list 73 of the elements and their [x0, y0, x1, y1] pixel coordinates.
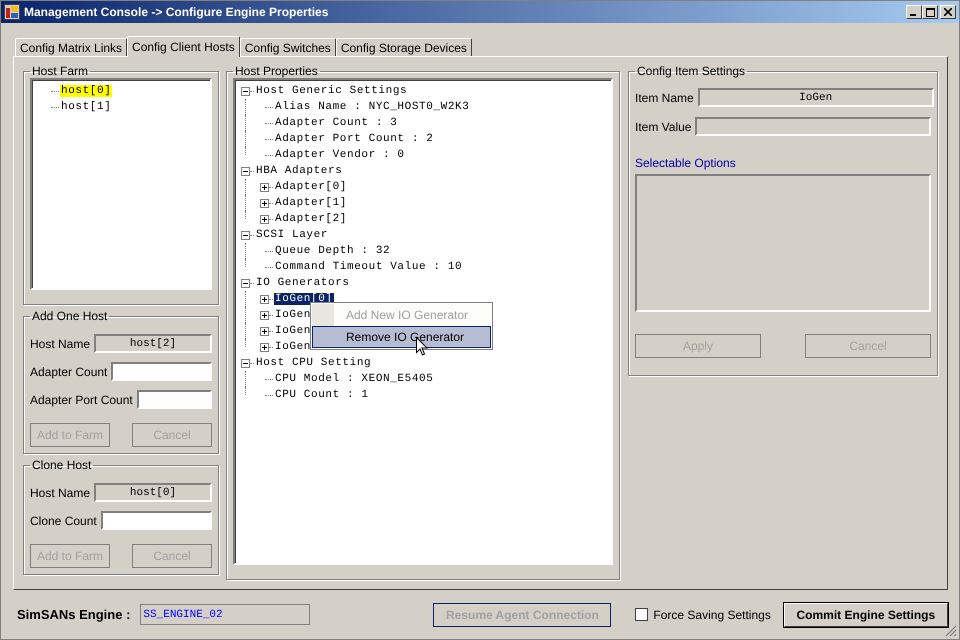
- tree-item[interactable]: IoGen: [274, 309, 312, 321]
- tree-item[interactable]: Adapter[2]: [274, 213, 348, 225]
- minimize-button[interactable]: [906, 5, 922, 19]
- options-list[interactable]: [635, 174, 931, 312]
- input-field[interactable]: host[0]: [94, 483, 212, 502]
- tree-item[interactable]: SCSI Layer: [255, 229, 330, 241]
- tree-item[interactable]: Adapter Port Count : 2: [274, 133, 434, 145]
- tree-item[interactable]: CPU Model : XEON_E5405: [274, 373, 434, 385]
- group-title: Host Farm: [31, 64, 90, 78]
- expander-icon[interactable]: [260, 182, 269, 192]
- tab[interactable]: Config Storage Devices: [336, 38, 472, 56]
- expander-icon[interactable]: [260, 326, 269, 336]
- field-label: Item Value: [635, 120, 692, 134]
- group-title: Config Item Settings: [636, 64, 746, 78]
- expander-icon[interactable]: [241, 230, 250, 240]
- close-icon: [944, 8, 952, 16]
- group-title: Add One Host: [31, 309, 108, 323]
- checkbox-label: Force Saving Settings: [653, 608, 771, 622]
- tab[interactable]: Config Switches: [240, 38, 336, 56]
- tree-item[interactable]: CPU Count : 1: [274, 389, 370, 401]
- field-label: Host Name: [30, 336, 90, 350]
- expander-icon[interactable]: [241, 358, 250, 368]
- tree-item[interactable]: IO Generators: [255, 277, 351, 289]
- tree-item[interactable]: host[0]: [60, 85, 112, 97]
- expander-icon[interactable]: [241, 278, 250, 288]
- maximize-button[interactable]: [922, 5, 938, 19]
- close-button[interactable]: [940, 5, 956, 19]
- tree-item[interactable]: Command Timeout Value : 10: [274, 261, 464, 273]
- expander-icon[interactable]: [260, 214, 269, 224]
- tree-item[interactable]: HBA Adapters: [255, 165, 344, 177]
- tree-item[interactable]: Host Generic Settings: [255, 85, 408, 97]
- field-label: Item Name: [635, 90, 694, 104]
- expander-icon[interactable]: [260, 198, 269, 208]
- checkbox[interactable]: [635, 608, 648, 621]
- expander-icon[interactable]: [260, 342, 269, 352]
- tree-item[interactable]: Adapter Vendor : 0: [274, 149, 406, 161]
- field-label: Clone Count: [30, 514, 97, 528]
- input-field[interactable]: [695, 117, 932, 136]
- menu-item[interactable]: Remove IO Generator: [312, 326, 491, 348]
- commit-button[interactable]: Commit Engine Settings: [784, 602, 948, 626]
- tree-item[interactable]: Adapter[0]: [274, 181, 348, 193]
- tab[interactable]: Config Matrix Links: [15, 38, 128, 56]
- tree-item[interactable]: IoGen: [274, 325, 312, 337]
- engine-label: SimSANs Engine :: [17, 607, 130, 622]
- expander-icon[interactable]: [241, 86, 250, 96]
- tab[interactable]: Config Client Hosts: [127, 36, 240, 57]
- expander-icon[interactable]: [241, 166, 250, 176]
- input-field[interactable]: [136, 390, 212, 409]
- window-title: Management Console -> Configure Engine Properties: [24, 5, 328, 19]
- input-field[interactable]: [100, 511, 212, 530]
- group-title: Clone Host: [31, 458, 92, 472]
- tree-item[interactable]: Host CPU Setting: [255, 357, 372, 369]
- field-label: Adapter Count: [30, 364, 108, 378]
- maximize-icon: [926, 8, 934, 16]
- field-label: Adapter Port Count: [30, 392, 133, 406]
- tree-item[interactable]: IoGen[0]: [274, 293, 334, 305]
- app-icon: [4, 4, 20, 20]
- options-label: Selectable Options: [635, 156, 737, 170]
- expander-icon[interactable]: [260, 294, 269, 304]
- tree-item[interactable]: IoGen: [274, 341, 312, 353]
- engine-field[interactable]: SS_ENGINE_02: [140, 604, 310, 625]
- tree-item[interactable]: Adapter[1]: [274, 197, 348, 209]
- input-field[interactable]: IoGen: [698, 88, 934, 107]
- tree-item[interactable]: Adapter Count : 3: [274, 117, 398, 129]
- expander-icon[interactable]: [260, 310, 269, 320]
- tree-item[interactable]: Alias Name : NYC_HOST0_W2K3: [274, 101, 470, 113]
- input-field[interactable]: host[2]: [94, 334, 212, 353]
- field-label: Host Name: [30, 486, 90, 500]
- resize-grip-icon[interactable]: [945, 625, 957, 637]
- tree-item[interactable]: host[1]: [60, 101, 112, 113]
- group-title: Host Properties: [234, 64, 319, 78]
- tree-item[interactable]: Queue Depth : 32: [274, 245, 392, 257]
- input-field[interactable]: [111, 362, 212, 381]
